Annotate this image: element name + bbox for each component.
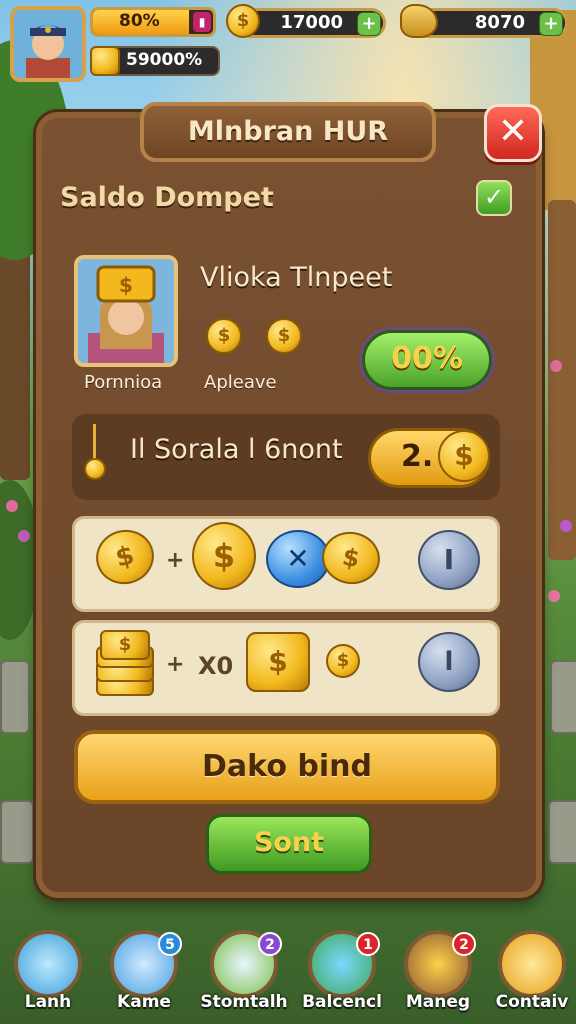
coin-icon: $	[266, 318, 302, 354]
portrait-label: Pornnioa	[84, 372, 163, 393]
nav-item-maneg[interactable]: 2 Maneg	[398, 930, 478, 1020]
nav-item-lanh[interactable]: Lanh	[8, 930, 88, 1020]
gold-coin-icon: $	[326, 644, 360, 678]
crystal-icon	[14, 930, 82, 998]
add-resource-button[interactable]: +	[539, 12, 563, 36]
close-icon: ✕	[497, 111, 529, 152]
player-portrait-icon	[14, 10, 82, 78]
scroll-icon	[498, 930, 566, 998]
gold-coin-icon: $	[192, 522, 256, 590]
coin-stack-icon: $	[96, 630, 154, 700]
profile-portrait[interactable]: $	[74, 255, 178, 367]
gold-coin-icon: $	[226, 4, 260, 38]
gems-counter: 59000%	[90, 46, 220, 76]
nav-label: Lanh	[24, 992, 72, 1012]
nav-item-stomtalh[interactable]: 2 Stomtalh	[200, 930, 288, 1020]
player-avatar[interactable]	[10, 6, 86, 82]
balance-label: Il Sorala l 6nont	[130, 434, 343, 465]
svg-text:$: $	[119, 273, 133, 297]
gold-bar-icon	[90, 46, 120, 76]
notification-badge: 2	[452, 932, 476, 956]
percent-button[interactable]: 00%	[362, 330, 492, 390]
nav-label: Maneg	[405, 992, 471, 1012]
key-icon	[84, 424, 106, 484]
nav-label: Balcencl	[302, 992, 382, 1012]
nav-item-balcencl[interactable]: 1 Balcencl	[302, 930, 382, 1020]
character-portrait-icon: $	[78, 259, 174, 363]
primary-action-button[interactable]: Dako bind	[74, 730, 500, 804]
nav-label: Stomtalh	[200, 992, 288, 1012]
confirm-checkbox[interactable]: ✓	[476, 180, 512, 216]
notification-badge: 5	[158, 932, 182, 956]
coin-icon: $	[206, 318, 242, 354]
energy-badge-icon[interactable]: ▮	[193, 12, 211, 32]
nav-label: Kame	[117, 992, 171, 1012]
check-icon: ✓	[483, 183, 505, 211]
plus-sign: +	[166, 548, 185, 573]
nav-item-kame[interactable]: 5 Kame	[104, 930, 184, 1020]
gold-value: 17000	[280, 12, 343, 33]
multiplier-label: X0	[198, 652, 234, 680]
close-button[interactable]: ✕	[484, 104, 542, 162]
dialog-title: Mlnbran HUR	[140, 102, 436, 162]
balance-value: 2.	[401, 439, 434, 474]
dollar-coin-icon: $	[438, 430, 490, 482]
notification-badge: 1	[356, 932, 380, 956]
section-title: Saldo Dompet	[60, 182, 274, 213]
gold-bar-icon: $	[246, 632, 310, 692]
send-button[interactable]: Sont	[206, 814, 372, 874]
resource-value: 8070	[474, 12, 525, 33]
gold-nugget-icon	[400, 4, 438, 38]
nav-item-contaiv[interactable]: Contaiv	[492, 930, 572, 1020]
coins-label: Apleave	[204, 372, 277, 393]
nav-label: Contaiv	[495, 992, 569, 1012]
profile-name: Vlioka Tlnpeet	[200, 262, 393, 293]
energy-percent: 80%	[119, 11, 160, 31]
plus-sign: +	[166, 652, 185, 677]
gems-value: 59000%	[126, 50, 203, 70]
notification-badge: 2	[258, 932, 282, 956]
energy-bar: 80% ▮	[90, 7, 216, 37]
silver-coin-icon: l	[418, 632, 480, 692]
add-gold-button[interactable]: +	[357, 12, 381, 36]
silver-coin-icon: I	[418, 530, 480, 590]
blue-coin-icon: ✕	[266, 530, 330, 588]
